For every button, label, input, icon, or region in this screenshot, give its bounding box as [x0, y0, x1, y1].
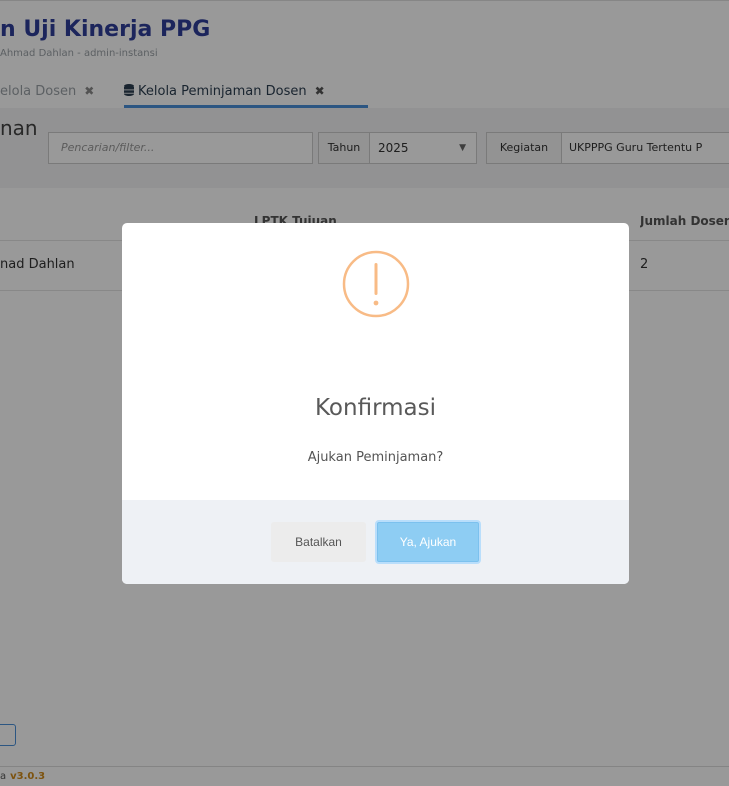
- confirm-button[interactable]: Ya, Ajukan: [375, 520, 481, 564]
- dialog-message: Ajukan Peminjaman?: [307, 450, 444, 465]
- dialog-title: Konfirmasi: [315, 395, 436, 421]
- warning-icon: [342, 250, 410, 318]
- cancel-button[interactable]: Batalkan: [271, 522, 366, 562]
- confirm-dialog: Konfirmasi Ajukan Peminjaman? Batalkan Y…: [122, 223, 629, 584]
- dialog-footer: Batalkan Ya, Ajukan: [122, 500, 629, 584]
